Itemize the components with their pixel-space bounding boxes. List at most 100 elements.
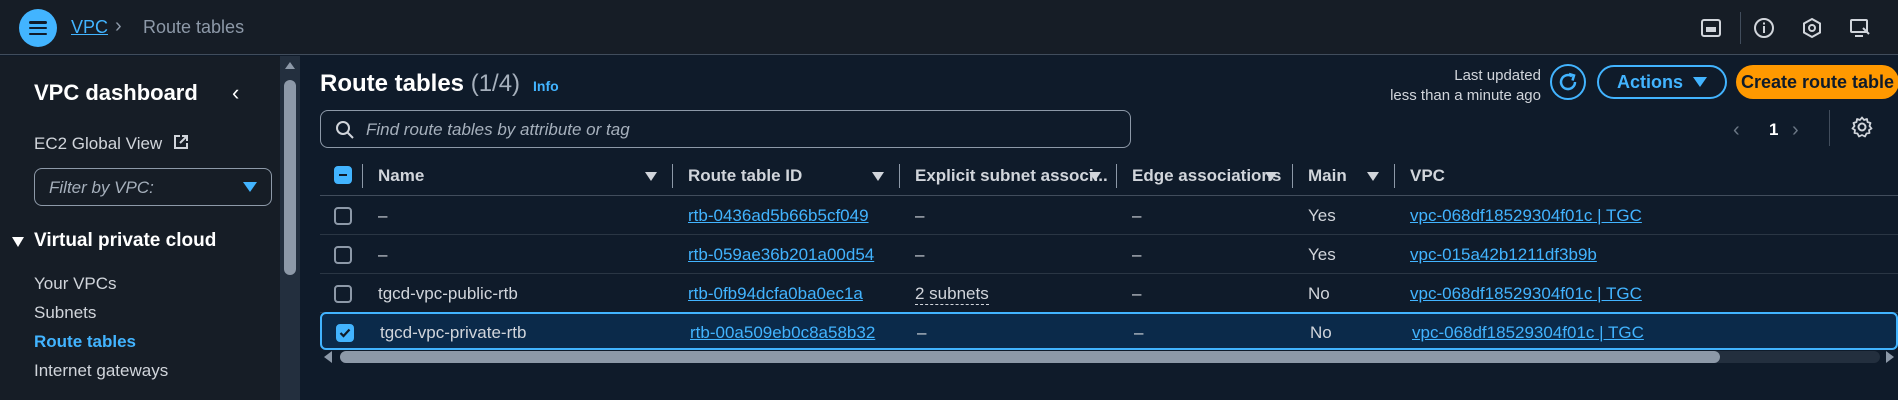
- row-checkbox-checked[interactable]: [336, 324, 354, 342]
- scroll-right-icon[interactable]: [1886, 351, 1894, 363]
- search-icon: [336, 121, 354, 139]
- cloudshell-icon[interactable]: [1699, 16, 1723, 40]
- sidebar-item-your-vpcs[interactable]: Your VPCs: [34, 274, 117, 294]
- refresh-icon: [1559, 72, 1577, 91]
- row-checkbox[interactable]: [334, 246, 352, 264]
- caret-down-icon: [243, 182, 257, 192]
- cell-explicit-subnet[interactable]: 2 subnets: [915, 284, 989, 305]
- sort-icon[interactable]: [872, 172, 884, 181]
- info-icon[interactable]: [1752, 16, 1776, 40]
- breadcrumb-current: Route tables: [143, 17, 245, 37]
- cell-edge-associations: –: [1132, 284, 1142, 303]
- gear-icon[interactable]: [1851, 116, 1873, 138]
- row-checkbox[interactable]: [334, 207, 352, 225]
- section-expand-icon[interactable]: [12, 237, 24, 247]
- cell-name: –: [378, 206, 388, 225]
- breadcrumb-separator-icon: ›: [115, 15, 122, 37]
- cell-route-table-id[interactable]: rtb-0fb94dcfa0ba0ec1a: [688, 284, 863, 304]
- cell-name: tgcd-vpc-private-rtb: [380, 323, 527, 342]
- create-route-table-button[interactable]: Create route table: [1736, 65, 1898, 99]
- pager-next-icon[interactable]: ›: [1792, 119, 1799, 142]
- refresh-button[interactable]: [1550, 64, 1586, 100]
- sort-icon[interactable]: [1265, 172, 1277, 181]
- sidebar-collapse-icon[interactable]: ‹: [232, 80, 239, 106]
- actions-button[interactable]: Actions: [1597, 65, 1727, 99]
- column-header-explicit-subnet[interactable]: Explicit subnet associ...: [915, 166, 1108, 186]
- cell-main: No: [1310, 323, 1332, 342]
- table-row-selected[interactable]: tgcd-vpc-private-rtb rtb-00a509eb0c8a58b…: [320, 312, 1898, 350]
- hamburger-icon: [29, 21, 47, 35]
- sort-icon[interactable]: [645, 172, 657, 181]
- cell-explicit-subnet: –: [915, 245, 925, 264]
- cell-edge-associations: –: [1132, 206, 1142, 225]
- feedback-icon[interactable]: [1848, 16, 1872, 40]
- sort-icon[interactable]: [1089, 172, 1101, 181]
- cell-main: Yes: [1308, 206, 1336, 225]
- column-divider[interactable]: [899, 164, 900, 188]
- cell-edge-associations: –: [1132, 245, 1142, 264]
- checkmark-icon: [339, 328, 351, 338]
- topbar-divider: [1740, 12, 1741, 44]
- scroll-thumb[interactable]: [340, 351, 1720, 363]
- filter-by-vpc-select[interactable]: Filter by VPC:: [34, 168, 272, 206]
- breadcrumb-vpc-link[interactable]: VPC: [71, 17, 108, 38]
- menu-button[interactable]: [19, 9, 57, 47]
- notifications-icon[interactable]: [1800, 16, 1824, 40]
- page-title-text: Route tables: [320, 70, 465, 97]
- pager-page-number[interactable]: 1: [1769, 120, 1778, 140]
- sidebar-item-internet-gateways[interactable]: Internet gateways: [34, 361, 168, 381]
- sidebar-item-route-tables[interactable]: Route tables: [34, 332, 136, 352]
- table-row[interactable]: – rtb-059ae36b201a00d54 – – Yes vpc-015a…: [320, 236, 1898, 274]
- column-divider[interactable]: [1292, 164, 1293, 188]
- cell-route-table-id[interactable]: rtb-00a509eb0c8a58b32: [690, 323, 875, 343]
- sidebar: VPC dashboard ‹ EC2 Global View Filter b…: [0, 56, 300, 400]
- cell-explicit-subnet: –: [915, 206, 925, 225]
- column-header-name[interactable]: Name: [378, 166, 424, 186]
- scroll-up-icon[interactable]: [285, 62, 295, 69]
- table-header: Name Route table ID Explicit subnet asso…: [320, 156, 1898, 196]
- actions-label: Actions: [1616, 71, 1683, 92]
- column-header-route-table-id[interactable]: Route table ID: [688, 166, 802, 186]
- ec2-global-view-link[interactable]: EC2 Global View: [34, 134, 189, 155]
- cell-route-table-id[interactable]: rtb-0436ad5b66b5cf049: [688, 206, 869, 226]
- external-link-icon: [173, 134, 189, 155]
- column-header-edge-associations[interactable]: Edge associations: [1132, 166, 1281, 186]
- table-row[interactable]: tgcd-vpc-public-rtb rtb-0fb94dcfa0ba0ec1…: [320, 275, 1898, 313]
- cell-main: No: [1308, 284, 1330, 303]
- cell-vpc[interactable]: vpc-068df18529304f01c | TGC: [1410, 284, 1642, 304]
- sidebar-scroll-thumb[interactable]: [284, 80, 296, 275]
- row-checkbox[interactable]: [334, 285, 352, 303]
- column-header-main[interactable]: Main: [1308, 166, 1347, 186]
- selection-count: (1/4): [470, 70, 521, 97]
- column-divider[interactable]: [1116, 164, 1117, 188]
- ec2-global-view-label: EC2 Global View: [34, 134, 163, 153]
- sidebar-scrollbar[interactable]: [280, 56, 300, 400]
- column-divider[interactable]: [672, 164, 673, 188]
- sidebar-title: VPC dashboard: [34, 80, 198, 105]
- section-virtual-private-cloud[interactable]: Virtual private cloud: [34, 230, 216, 252]
- column-header-vpc[interactable]: VPC: [1410, 166, 1445, 186]
- top-breadcrumb-bar: VPC › Route tables: [0, 0, 1898, 55]
- sort-icon[interactable]: [1367, 172, 1379, 181]
- search-placeholder: Find route tables by attribute or tag: [366, 120, 630, 139]
- column-divider[interactable]: [1394, 164, 1395, 188]
- cell-vpc[interactable]: vpc-068df18529304f01c | TGC: [1412, 323, 1644, 343]
- column-divider: [362, 164, 363, 188]
- last-updated-line1: Last updated: [1454, 67, 1541, 84]
- caret-down-icon: [1693, 77, 1707, 87]
- cell-edge-associations: –: [1134, 323, 1144, 342]
- last-updated-line2: less than a minute ago: [1390, 87, 1541, 104]
- pager-prev-icon[interactable]: ‹: [1733, 119, 1740, 142]
- cell-vpc[interactable]: vpc-015a42b1211df3b9b: [1410, 245, 1597, 265]
- select-all-checkbox[interactable]: [334, 166, 352, 184]
- info-link[interactable]: Info: [533, 78, 559, 94]
- table-row[interactable]: – rtb-0436ad5b66b5cf049 – – Yes vpc-068d…: [320, 197, 1898, 235]
- cell-route-table-id[interactable]: rtb-059ae36b201a00d54: [688, 245, 874, 265]
- cell-name: –: [378, 245, 388, 264]
- pager-divider: [1829, 110, 1830, 146]
- cell-vpc[interactable]: vpc-068df18529304f01c | TGC: [1410, 206, 1642, 226]
- scroll-left-icon[interactable]: [324, 351, 332, 363]
- sidebar-item-subnets[interactable]: Subnets: [34, 303, 96, 323]
- search-input[interactable]: Find route tables by attribute or tag: [320, 110, 1131, 148]
- table-horizontal-scrollbar[interactable]: [320, 346, 1898, 366]
